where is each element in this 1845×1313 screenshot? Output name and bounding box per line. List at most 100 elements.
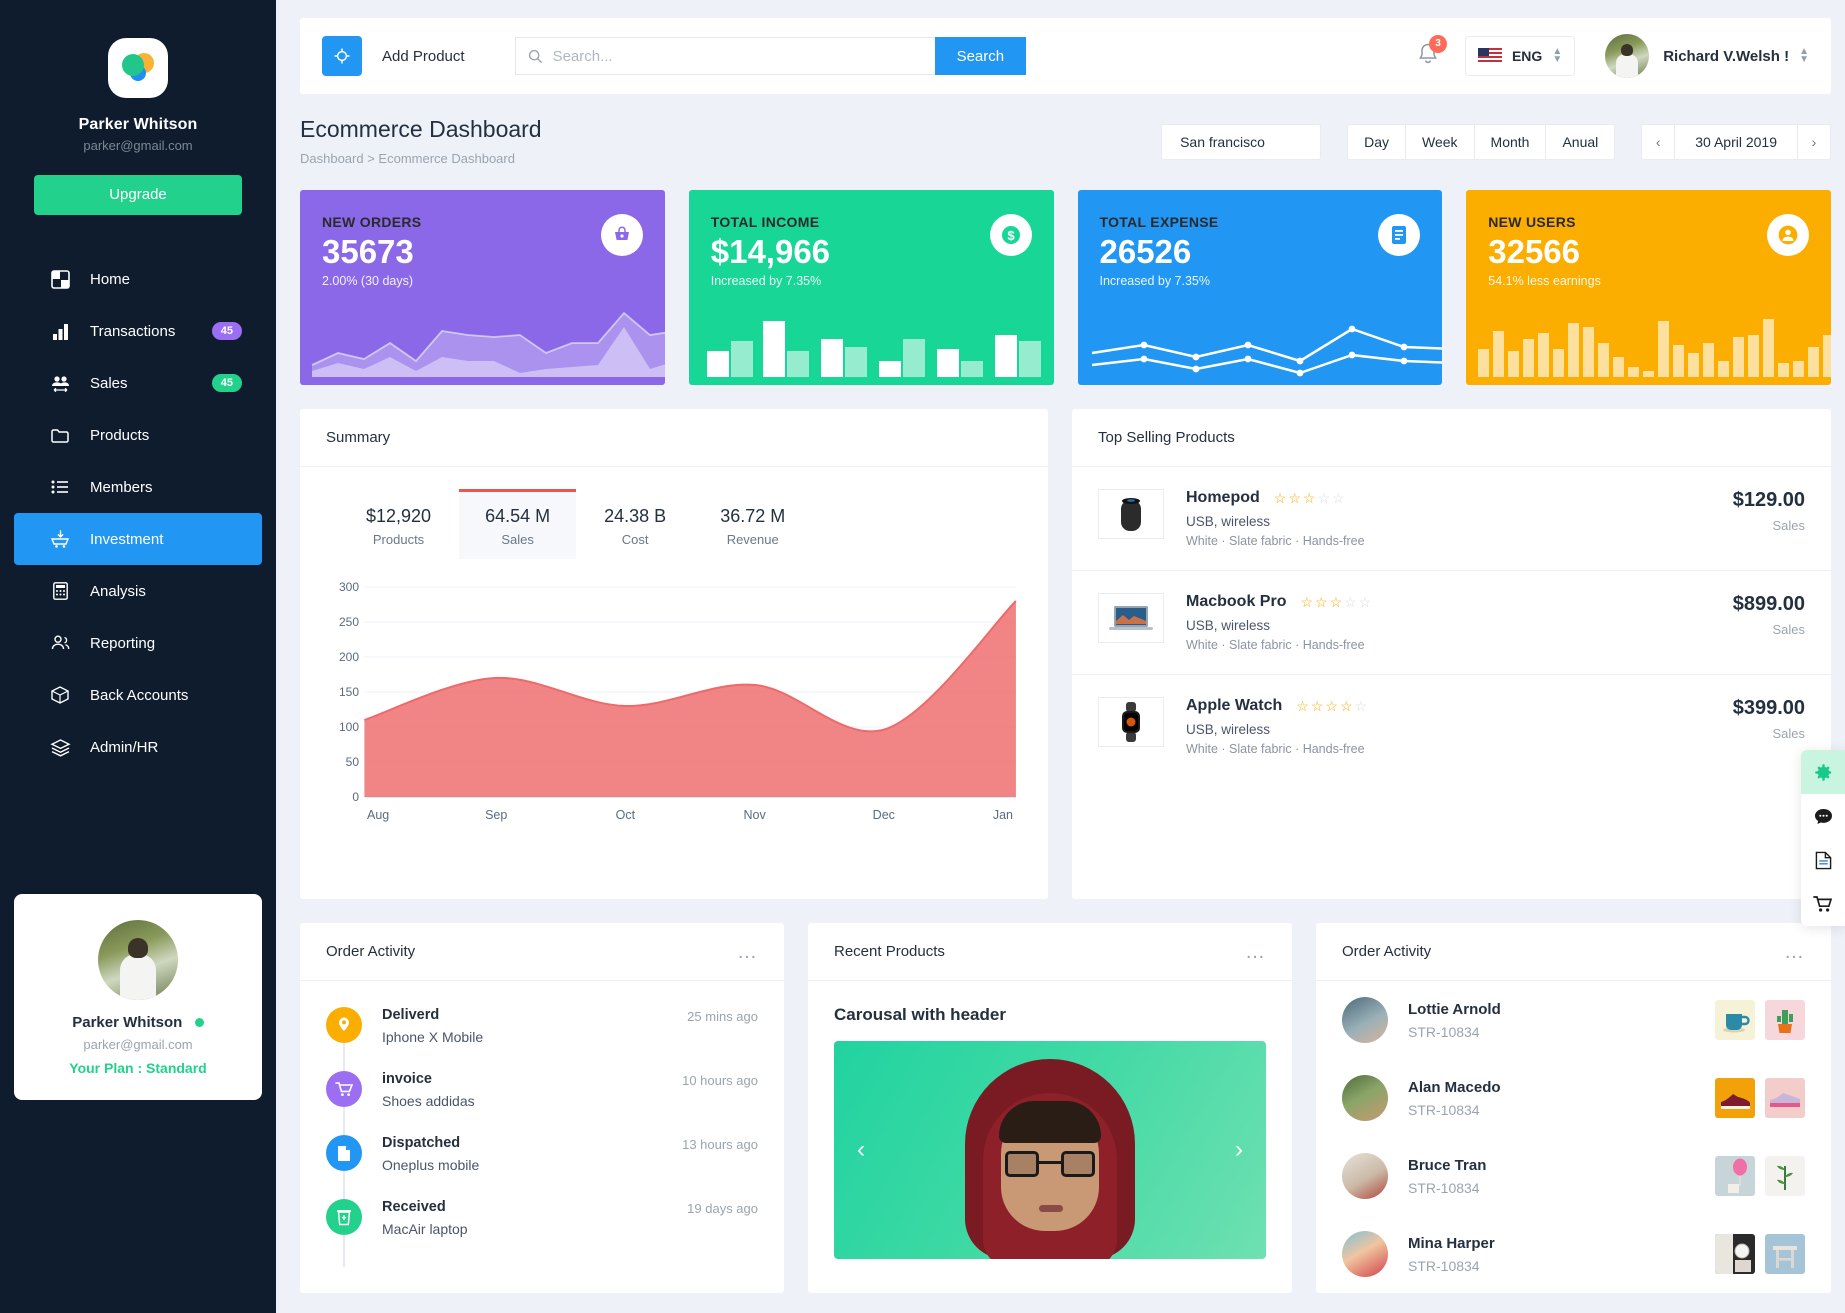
table-row[interactable]: Macbook Pro ☆ ☆ ☆ ☆ ☆ USB, wireless White · … [1072,571,1831,675]
list-item[interactable]: Mina Harper STR-10834 [1316,1215,1831,1293]
upgrade-button[interactable]: Upgrade [34,175,242,215]
list-item[interactable]: Dispatched Oneplus mobile 13 hours ago [326,1135,758,1203]
list-icon [48,480,72,494]
home-icon [48,269,72,289]
breadcrumb: Dashboard > Ecommerce Dashboard [300,151,515,166]
svg-text:300: 300 [339,580,359,594]
more-dots-icon[interactable]: … [737,942,758,962]
gear-icon[interactable] [1801,750,1845,794]
users-icon [48,635,72,651]
range-button-anual[interactable]: Anual [1545,124,1616,160]
notifications-button[interactable]: 3 [1417,34,1447,71]
search-input[interactable] [552,47,923,65]
language-selector[interactable]: ENG ▲ ▼ [1464,36,1576,76]
user-menu[interactable]: Richard V.Welsh ! ▲ ▼ [1605,34,1809,78]
metric-cost[interactable]: 24.38 B Cost [578,489,692,559]
stool-thumb[interactable] [1765,1234,1805,1274]
city-select[interactable]: San francisco [1161,124,1322,160]
avatar [1342,1231,1388,1277]
sidebar-item-label: Transactions [90,322,176,340]
clock-thumb[interactable] [1715,1234,1755,1274]
mug-thumb[interactable] [1715,1000,1755,1040]
chevron-down-icon: ▲ ▼ [1552,46,1563,65]
table-row[interactable]: Apple Watch ☆ ☆ ☆ ☆ ☆ USB, wireless White · … [1072,675,1831,778]
document-icon[interactable] [1801,838,1845,882]
sidebar-item-sales[interactable]: Sales 45 [14,357,262,409]
stat-value: 26526 [1099,233,1192,270]
sidebar-item-investment[interactable]: Investment [14,513,262,565]
add-product-label[interactable]: Add Product [382,48,465,65]
table-row[interactable]: Homepod ☆ ☆ ☆ ☆ ☆ USB, wireless White · Slat… [1072,467,1831,571]
metric-label: Sales [501,532,534,547]
order-activity-users-card: Order Activity … Lottie Arnold STR-10834 [1316,923,1831,1293]
sidebar-item-admin-hr[interactable]: Admin/HR [14,721,262,773]
delete-icon [326,1199,362,1235]
sidebar-item-reporting[interactable]: Reporting [14,617,262,669]
sidebar-item-products[interactable]: Products [14,409,262,461]
profile-email: parker@gmail.com [83,1037,193,1052]
chevron-left-icon[interactable]: ‹ [1641,124,1676,160]
sidebar-item-transactions[interactable]: Transactions 45 [14,305,262,357]
metric-revenue[interactable]: 36.72 M Revenue [694,489,811,559]
svg-text:0: 0 [352,790,359,804]
cart-icon[interactable] [1801,882,1845,926]
svg-text:250: 250 [339,615,359,629]
list-item[interactable]: invoice Shoes addidas 10 hours ago [326,1071,758,1139]
rating-stars: ☆ ☆ ☆ ☆ ☆ [1300,593,1372,610]
plant-thumb[interactable] [1765,1156,1805,1196]
metric-products[interactable]: $12,920 Products [340,489,457,559]
homepod-thumb [1098,489,1164,539]
chat-icon[interactable] [1801,794,1845,838]
user-id: STR-10834 [1408,1023,1480,1040]
list-item[interactable]: Deliverd Iphone X Mobile 25 mins ago [326,1007,758,1075]
sparkline-area [311,311,665,377]
list-item[interactable]: Bruce Tran STR-10834 [1316,1137,1831,1215]
recent-products-title: Recent Products [834,943,945,960]
balloon-thumb[interactable] [1715,1156,1755,1196]
document-icon [326,1135,362,1171]
chevron-right-icon[interactable]: › [1797,124,1831,160]
range-button-day[interactable]: Day [1347,124,1406,160]
more-dots-icon[interactable]: … [1245,942,1266,962]
search-box[interactable] [514,37,935,75]
product-price: $899.00 [1732,593,1805,615]
stat-card-new-users[interactable]: NEW USERS 32566 54.1% less earnings [1466,190,1831,385]
stat-card-total-income[interactable]: TOTAL INCOME $14,966 Increased by 7.35% … [688,190,1054,385]
sidebar-item-label: Admin/HR [90,738,159,756]
chevron-right-icon[interactable]: › [1222,1133,1256,1167]
carousel[interactable]: ‹ › [834,1041,1266,1259]
shoe-thumb[interactable] [1765,1078,1805,1118]
layers-icon [48,738,72,757]
product-price-block: $129.00 Sales [1733,489,1805,533]
sidebar-item-home[interactable]: Home [14,253,262,305]
user-id: STR-10834 [1408,1257,1480,1274]
list-item[interactable]: Alan Macedo STR-10834 [1316,1059,1831,1137]
range-button-week[interactable]: Week [1404,124,1475,160]
metric-sales[interactable]: 64.54 M Sales [459,489,577,559]
sidebar-item-back-accounts[interactable]: Back Accounts [14,669,262,721]
stat-cards: NEW ORDERS 35673 2.00% (30 days) TOTAL I… [276,166,1845,385]
sidebar-item-analysis[interactable]: Analysis [14,565,262,617]
stat-card-total-expense[interactable]: TOTAL EXPENSE 26526 Increased by 7.35% [1077,190,1443,385]
avatar [98,920,178,1000]
chevron-left-icon[interactable]: ‹ [844,1133,878,1167]
list-item[interactable]: Lottie Arnold STR-10834 [1316,981,1831,1059]
dollar-icon: $ [989,214,1032,256]
sidebar-item-members[interactable]: Members [14,461,262,513]
product-price: $399.00 [1732,697,1805,719]
range-button-month[interactable]: Month [1473,124,1547,160]
list-item[interactable]: Received MacAir laptop 19 days ago [326,1199,758,1267]
stat-card-new-orders[interactable]: NEW ORDERS 35673 2.00% (30 days) [300,190,665,385]
user-name: Mina Harper [1408,1234,1495,1252]
search-button[interactable]: Search [934,37,1027,75]
date-value[interactable]: 30 April 2019 [1674,124,1798,160]
order-activity-title: Order Activity [326,943,416,960]
sneaker-thumb[interactable] [1715,1078,1755,1118]
activity-time: 13 hours ago [682,1137,758,1152]
more-dots-icon[interactable]: … [1784,942,1805,962]
add-product-button[interactable] [322,36,362,76]
cactus-thumb[interactable] [1765,1000,1805,1040]
topbar-right: 3 ENG ▲ ▼ Richard V.Welsh ! ▲ ▼ [1417,34,1809,78]
activity-subtitle: Oneplus mobile [382,1157,480,1173]
thumbnails [1715,1000,1805,1040]
